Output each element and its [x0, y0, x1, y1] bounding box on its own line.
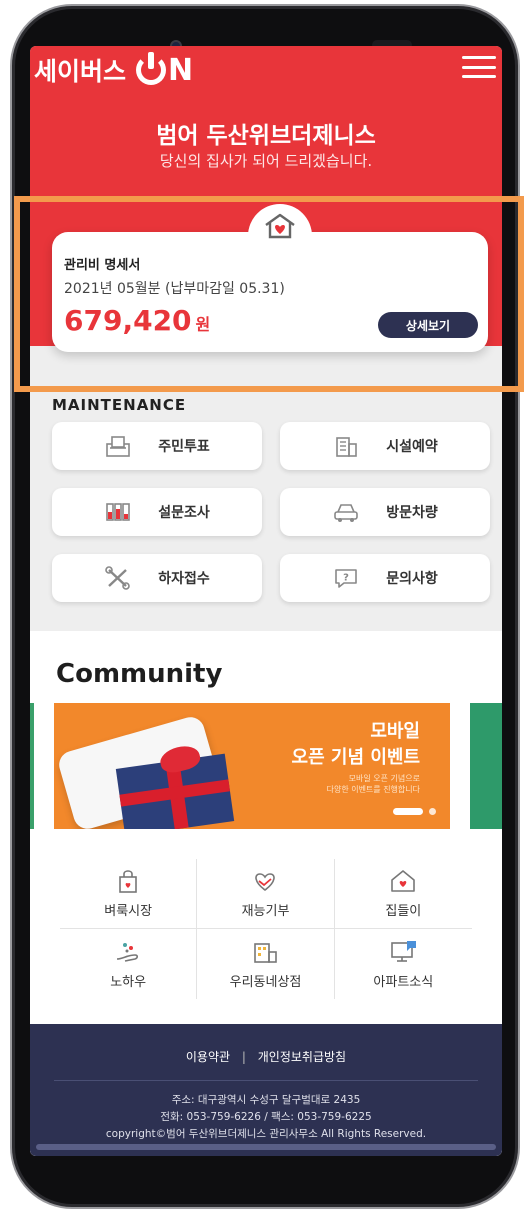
page-title: 범어 두산위브더제니스 — [156, 123, 376, 149]
power-icon — [136, 52, 167, 85]
defect-report-button[interactable]: 하자접수 — [52, 554, 262, 602]
housewarming-button[interactable]: 집들이 — [334, 859, 472, 929]
maintenance-title: MAINTENANCE — [52, 396, 187, 414]
talent-donation-button[interactable]: 재능기부 — [197, 859, 335, 929]
footer: 이용약관 | 개인정보취급방침 주소: 대구광역시 수성구 달구벌대로 2435… — [30, 1024, 502, 1156]
inquiry-button[interactable]: ? 문의사항 — [280, 554, 490, 602]
monitor-news-icon — [391, 940, 417, 962]
bill-period: 2021년 05월분 (납부마감일 05.31) — [64, 281, 285, 297]
hand-sparkle-icon — [117, 942, 139, 962]
store-icon — [254, 942, 278, 963]
maintenance-grid: 주민투표 시설예약 설문조사 방문차량 하자접수 ? 문의사항 — [52, 422, 492, 602]
banner-next-peek[interactable] — [470, 703, 502, 829]
event-banner[interactable]: 모바일 오픈 기념 이벤트 모바일 오픈 기념으로 다양한 이벤트를 진행합니다 — [54, 703, 450, 829]
footer-divider — [54, 1080, 478, 1081]
facility-reservation-label: 시설예약 — [386, 439, 438, 455]
local-store-button[interactable]: 우리동네상점 — [197, 929, 335, 999]
knowhow-button[interactable]: 노하우 — [60, 929, 198, 999]
survey-icon — [106, 503, 131, 521]
logo-on-mark: N — [136, 52, 194, 88]
logo-suffix: N — [168, 52, 194, 88]
footer-separator: | — [241, 1050, 246, 1064]
resident-vote-button[interactable]: 주민투표 — [52, 422, 262, 470]
footer-copyright: copyright©범어 두산위브더제니스 관리사무소 All Rights R… — [105, 1128, 427, 1140]
home-heart-icon — [391, 870, 416, 892]
ballot-box-icon — [106, 436, 131, 457]
banner-small-line1: 모바일 오픈 기념으로 — [348, 774, 420, 783]
talent-donation-label: 재능기부 — [241, 904, 290, 919]
bill-amount-unit: 원 — [195, 315, 211, 334]
tools-icon — [105, 566, 131, 590]
handshake-heart-icon — [255, 873, 276, 891]
banner-prev-peek[interactable] — [30, 703, 34, 829]
visitor-car-button[interactable]: 방문차량 — [280, 488, 490, 536]
apartment-news-label: 아파트소식 — [373, 974, 434, 990]
footer-contact: 전화: 053-759-6226 / 팩스: 053-759-6225 — [160, 1111, 372, 1123]
survey-label: 설문조사 — [158, 505, 210, 521]
question-chat-icon: ? — [335, 569, 358, 588]
building-icon — [336, 437, 358, 457]
flea-market-label: 벼룩시장 — [104, 904, 153, 919]
shopping-bag-icon — [119, 870, 137, 893]
survey-button[interactable]: 설문조사 — [52, 488, 262, 536]
power-button — [519, 256, 523, 326]
community-title: Community — [56, 659, 223, 689]
facility-reservation-button[interactable]: 시설예약 — [280, 422, 490, 470]
banner-small-line2: 다양한 이벤트를 진행합니다 — [326, 785, 420, 794]
page-subtitle: 당신의 집사가 되어 드리겠습니다. — [159, 152, 373, 170]
svg-text:?: ? — [343, 573, 349, 584]
flea-market-button[interactable]: 벼룩시장 — [60, 859, 198, 929]
banner-pagination[interactable] — [393, 808, 436, 815]
resident-vote-label: 주민투표 — [158, 439, 210, 455]
menu-icon[interactable] — [462, 56, 496, 78]
footer-address: 주소: 대구광역시 수성구 달구벌대로 2435 — [171, 1094, 361, 1106]
visitor-car-label: 방문차량 — [386, 505, 438, 521]
bill-amount-value: 679,420 — [64, 304, 192, 337]
footer-info: 주소: 대구광역시 수성구 달구벌대로 2435 전화: 053-759-622… — [30, 1092, 502, 1143]
logo-text: 세이버스 — [34, 57, 127, 86]
local-store-label: 우리동네상점 — [229, 974, 302, 990]
housewarming-label: 집들이 — [385, 904, 422, 919]
defect-report-label: 하자접수 — [158, 571, 210, 587]
horizontal-scrollbar[interactable] — [36, 1144, 496, 1150]
banner-title-line1: 모바일 — [370, 721, 420, 742]
bill-amount: 679,420 원 — [64, 304, 210, 337]
detail-button[interactable]: 상세보기 — [378, 312, 478, 338]
bill-label: 관리비 명세서 — [64, 258, 141, 273]
bill-card[interactable]: 관리비 명세서 2021년 05월분 (납부마감일 05.31) 679,420… — [52, 204, 488, 352]
privacy-link[interactable]: 개인정보취급방침 — [258, 1050, 346, 1064]
terms-link[interactable]: 이용약관 — [186, 1050, 230, 1064]
footer-links: 이용약관 | 개인정보취급방침 — [30, 1048, 502, 1065]
community-grid: 벼룩시장 재능기부 집들이 노하우 우리동네상점 아파트소식 — [60, 859, 472, 999]
knowhow-label: 노하우 — [110, 974, 147, 990]
inquiry-label: 문의사항 — [386, 571, 438, 587]
car-icon — [334, 504, 359, 522]
apartment-news-button[interactable]: 아파트소식 — [335, 929, 472, 999]
banner-title-line2: 오픈 기념 이벤트 — [291, 747, 420, 768]
app-screen: 세이버스 N 범어 두산위브더제니스 당신의 집사가 되어 드리겠습니다. 관리… — [30, 46, 502, 1156]
app-logo[interactable]: 세이버스 N — [34, 52, 193, 88]
banner-description: 모바일 오픈 기념으로 다양한 이벤트를 진행합니다 — [327, 773, 420, 795]
